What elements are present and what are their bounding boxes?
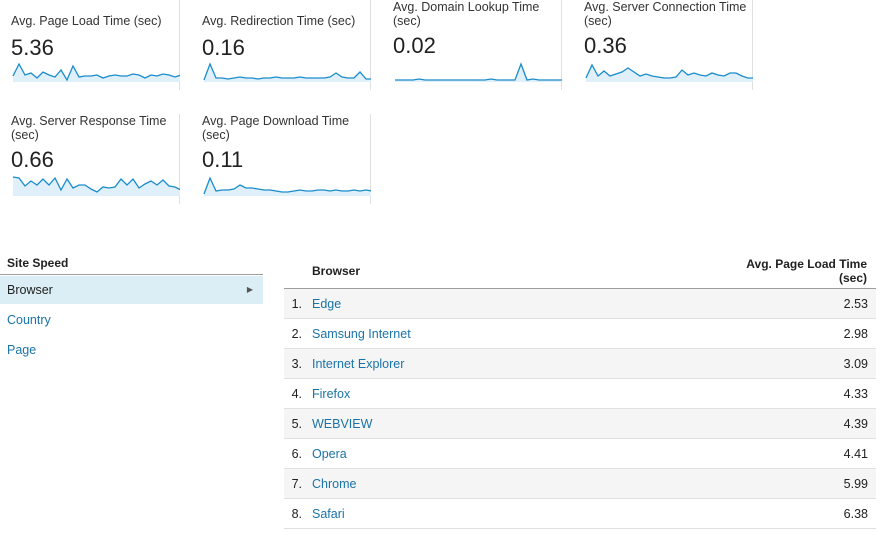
metric-value: 0.02 <box>393 33 436 58</box>
metric-title: Avg. Domain Lookup Time (sec) <box>393 0 540 28</box>
row-number: 8. <box>291 507 302 521</box>
table-row: 7. Chrome 5.99 <box>284 469 876 499</box>
column-header-line: Avg. Page Load Time <box>746 257 867 271</box>
sparkline-area <box>204 178 371 196</box>
metric-value: 5.36 <box>11 35 54 60</box>
table-row: 5. WEBVIEW 4.39 <box>284 409 876 439</box>
sparkline <box>203 176 371 196</box>
row-number: 6. <box>291 447 302 461</box>
sparkline <box>12 62 180 82</box>
row-number: 3. <box>291 357 302 371</box>
sidebar-item-label: Country <box>7 313 51 327</box>
row-number: 4. <box>291 387 302 401</box>
browser-link[interactable]: WEBVIEW <box>312 417 372 431</box>
sidebar-item-country[interactable]: Country <box>0 306 263 334</box>
column-header-line: (sec) <box>838 271 867 285</box>
chevron-right-icon: ▶ <box>246 285 253 294</box>
row-value: 5.99 <box>843 477 868 491</box>
row-number: 5. <box>291 417 302 431</box>
table-row: 6. Opera 4.41 <box>284 439 876 469</box>
sparkline <box>585 63 753 82</box>
row-number: 1. <box>291 297 302 311</box>
sidebar-item-label: Browser <box>7 283 53 297</box>
sparkline <box>395 62 562 82</box>
metric-value: 0.66 <box>11 147 54 172</box>
metric-card-page-download[interactable]: Avg. Page Download Time (sec) 0.11 <box>191 114 371 204</box>
sparkline-line <box>203 62 371 81</box>
row-value: 2.98 <box>843 327 868 341</box>
column-header-browser[interactable]: Browser <box>312 264 360 278</box>
row-value: 6.38 <box>843 507 868 521</box>
metric-card-page-load[interactable]: Avg. Page Load Time (sec) 5.36 <box>0 0 180 90</box>
browser-link[interactable]: Safari <box>312 507 345 521</box>
row-number: 2. <box>291 327 302 341</box>
column-header-page-load-time[interactable]: Avg. Page Load Time (sec) <box>707 257 867 285</box>
row-value: 2.53 <box>843 297 868 311</box>
table-row: 2. Samsung Internet 2.98 <box>284 319 876 349</box>
table-row: 3. Internet Explorer 3.09 <box>284 349 876 379</box>
sidebar-item-browser[interactable]: Browser ▶ <box>0 276 263 304</box>
row-value: 4.39 <box>843 417 868 431</box>
browser-link[interactable]: Edge <box>312 297 341 311</box>
sidebar-item-page[interactable]: Page <box>0 336 263 364</box>
browser-link[interactable]: Chrome <box>312 477 356 491</box>
sparkline <box>12 176 180 196</box>
sidebar-title: Site Speed <box>7 256 69 270</box>
metric-card-domain-lookup[interactable]: Avg. Domain Lookup Time (sec) 0.02 <box>382 0 562 90</box>
row-number: 7. <box>291 477 302 491</box>
browser-link[interactable]: Internet Explorer <box>312 357 404 371</box>
browser-link[interactable]: Samsung Internet <box>312 327 411 341</box>
metric-value: 0.36 <box>584 33 627 58</box>
sparkline-area <box>13 177 180 196</box>
row-value: 3.09 <box>843 357 868 371</box>
browser-link[interactable]: Opera <box>312 447 347 461</box>
sparkline-area <box>13 64 180 82</box>
table-row: 1. Edge 2.53 <box>284 289 876 319</box>
sparkline-line <box>395 62 562 81</box>
metric-title: Avg. Page Download Time (sec) <box>202 114 350 142</box>
table-row: 8. Safari 6.38 <box>284 499 876 529</box>
metric-value: 0.16 <box>202 35 245 60</box>
metric-title: Avg. Server Connection Time (sec) <box>584 0 747 28</box>
row-value: 4.41 <box>843 447 868 461</box>
metric-card-redirection[interactable]: Avg. Redirection Time (sec) 0.16 <box>191 0 371 90</box>
table-row: 4. Firefox 4.33 <box>284 379 876 409</box>
divider <box>0 274 263 275</box>
metric-title: Avg. Server Response Time (sec) <box>11 114 167 142</box>
row-value: 4.33 <box>843 387 868 401</box>
sparkline <box>203 62 371 82</box>
browser-link[interactable]: Firefox <box>312 387 350 401</box>
metric-card-server-response[interactable]: Avg. Server Response Time (sec) 0.66 <box>0 114 180 204</box>
sidebar-item-label: Page <box>7 343 37 357</box>
metric-value: 0.11 <box>202 147 244 172</box>
metric-card-server-connection[interactable]: Avg. Server Connection Time (sec) 0.36 <box>573 0 753 90</box>
